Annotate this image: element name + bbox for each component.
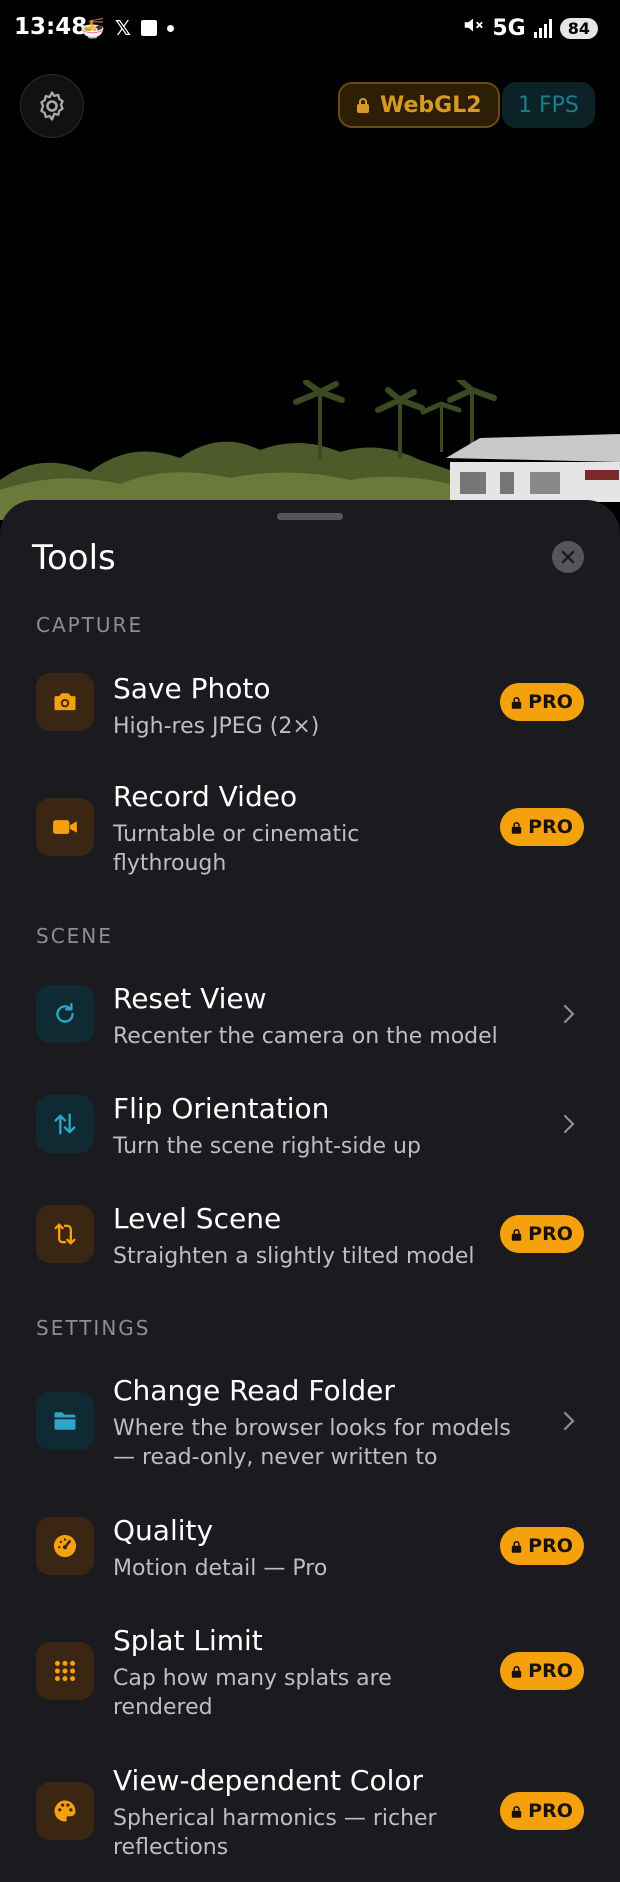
record-video-icon-tile: [36, 798, 94, 856]
tool-subtitle: Turn the scene right-side up: [113, 1134, 421, 1159]
pro-label: PRO: [528, 1660, 573, 1682]
tool-subtitle: Cap how many splats are rendered: [113, 1666, 392, 1720]
pro-badge: PRO: [500, 1652, 584, 1690]
pro-badge: PRO: [500, 1527, 584, 1565]
lock-icon: [511, 1805, 522, 1818]
renderer-badge[interactable]: WebGL2: [338, 82, 500, 128]
pro-label: PRO: [528, 691, 573, 713]
palette-icon: [54, 1800, 76, 1822]
tool-subtitle: Turntable or cinematic flythrough: [113, 822, 360, 876]
pro-label: PRO: [528, 1223, 573, 1245]
tool-quality[interactable]: Quality Motion detail — Pro PRO: [0, 1502, 620, 1606]
pro-label: PRO: [528, 1800, 573, 1822]
renderer-label: WebGL2: [380, 92, 482, 118]
reset-view-icon-tile: [36, 985, 94, 1043]
tool-subtitle: Spherical harmonics — richer reflections: [113, 1806, 437, 1860]
tool-title: Flip Orientation: [113, 1092, 330, 1125]
level-scene-icon-tile: [36, 1205, 94, 1263]
close-icon: [561, 550, 575, 564]
signal-icon: [533, 18, 552, 38]
lock-icon: [511, 1540, 522, 1553]
folder-icon: [54, 1412, 76, 1430]
camera-icon: [54, 693, 76, 711]
change-read-folder-icon-tile: [36, 1392, 94, 1450]
status-time: 13:48: [14, 14, 88, 40]
gear-icon: [40, 91, 64, 121]
tool-title: Level Scene: [113, 1202, 282, 1235]
tool-title: View-dependent Color: [113, 1764, 424, 1797]
dot-icon: [167, 24, 175, 32]
lock-icon: [511, 821, 522, 834]
bowl-icon: 🍜: [80, 16, 105, 40]
status-right: 5G 84: [462, 14, 598, 42]
view-dependent-color-icon-tile: [36, 1782, 94, 1840]
pro-badge: PRO: [500, 683, 584, 721]
news-icon: [141, 20, 158, 36]
lock-icon: [511, 1665, 522, 1678]
network-label: 5G: [492, 15, 526, 41]
flip-orientation-icon-tile: [36, 1095, 94, 1153]
section-capture: CAPTURE: [36, 613, 144, 637]
tool-title: Reset View: [113, 982, 267, 1015]
tool-reset-view[interactable]: Reset View Recenter the camera on the mo…: [0, 970, 620, 1074]
video-icon: [53, 820, 77, 834]
tool-record-video[interactable]: Record Video Turntable or cinematic flyt…: [0, 768, 620, 898]
section-scene: SCENE: [36, 924, 113, 948]
tool-splat-limit[interactable]: Splat Limit Cap how many splats are rend…: [0, 1612, 620, 1742]
tool-title: Record Video: [113, 780, 298, 813]
chevron-right-icon: [563, 1004, 575, 1024]
x-logo-icon: 𝕏: [114, 16, 132, 40]
tool-subtitle: Straighten a slightly tilted model: [113, 1244, 475, 1269]
tool-level-scene[interactable]: Level Scene Straighten a slightly tilted…: [0, 1190, 620, 1294]
pro-label: PRO: [528, 816, 573, 838]
quality-icon-tile: [36, 1517, 94, 1575]
swap-vertical-icon: [54, 1113, 76, 1135]
speedometer-icon: [53, 1534, 77, 1558]
tool-change-read-folder[interactable]: Change Read Folder Where the browser loo…: [0, 1362, 620, 1492]
tool-title: Change Read Folder: [113, 1374, 395, 1407]
settings-button[interactable]: [20, 74, 84, 138]
tool-subtitle: High-res JPEG (2×): [113, 714, 320, 739]
save-photo-icon-tile: [36, 673, 94, 731]
tool-subtitle: Recenter the camera on the model: [113, 1024, 498, 1049]
tool-title: Save Photo: [113, 672, 271, 705]
lock-icon: [357, 98, 369, 113]
tool-view-dependent-color[interactable]: View-dependent Color Spherical harmonics…: [0, 1752, 620, 1882]
sheet-title: Tools: [32, 538, 116, 578]
grid-dots-icon: [54, 1660, 76, 1682]
pro-badge: PRO: [500, 808, 584, 846]
lock-icon: [511, 1228, 522, 1241]
pro-badge: PRO: [500, 1215, 584, 1253]
level-icon: [54, 1223, 76, 1245]
lock-icon: [511, 696, 522, 709]
pro-badge: PRO: [500, 1792, 584, 1830]
mute-icon: [462, 14, 484, 42]
refresh-icon: [56, 1002, 74, 1023]
chevron-right-icon: [563, 1411, 575, 1431]
status-bar: 13:48 🍜 𝕏 5G 84: [0, 0, 620, 60]
tool-title: Quality: [113, 1514, 214, 1547]
tool-flip-orientation[interactable]: Flip Orientation Turn the scene right-si…: [0, 1080, 620, 1184]
splat-limit-icon-tile: [36, 1642, 94, 1700]
chevron-right-icon: [563, 1114, 575, 1134]
fps-badge: 1 FPS: [502, 82, 595, 128]
tools-sheet: Tools CAPTURE Save Photo High-res JPEG (…: [0, 500, 620, 1882]
section-settings: SETTINGS: [36, 1316, 151, 1340]
battery-badge: 84: [559, 17, 598, 39]
pro-label: PRO: [528, 1535, 573, 1557]
scene-preview[interactable]: [0, 380, 620, 520]
tool-title: Splat Limit: [113, 1624, 263, 1657]
fps-label: 1 FPS: [518, 92, 579, 118]
tool-subtitle: Motion detail — Pro: [113, 1556, 328, 1581]
drag-handle[interactable]: [277, 513, 343, 520]
notification-icons: 🍜 𝕏: [80, 16, 175, 40]
close-button[interactable]: [552, 541, 584, 573]
tool-subtitle: Where the browser looks for models — rea…: [113, 1416, 511, 1470]
tool-save-photo[interactable]: Save Photo High-res JPEG (2×) PRO: [0, 660, 620, 760]
